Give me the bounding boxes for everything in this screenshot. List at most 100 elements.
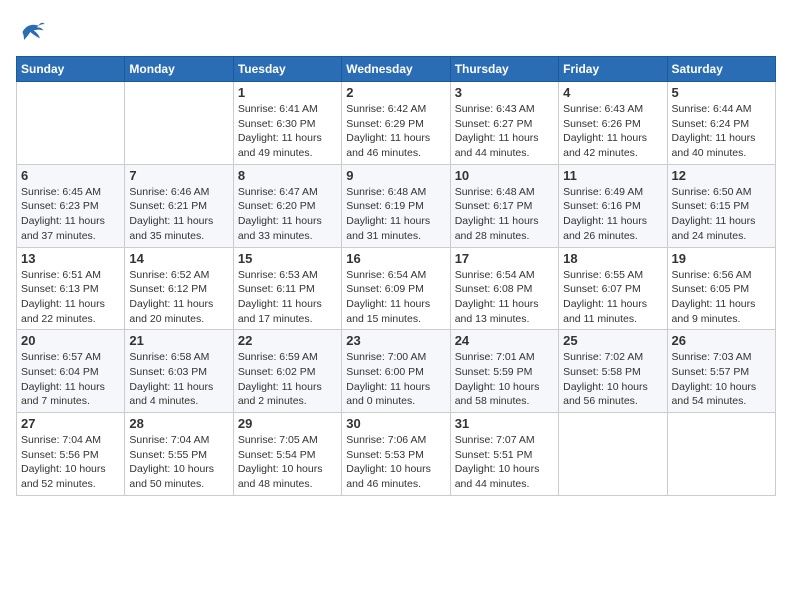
- day-info: Sunrise: 6:50 AM Sunset: 6:15 PM Dayligh…: [672, 185, 771, 244]
- day-info: Sunrise: 6:57 AM Sunset: 6:04 PM Dayligh…: [21, 350, 120, 409]
- calendar-cell: [559, 413, 667, 496]
- calendar-cell: 25 Sunrise: 7:02 AM Sunset: 5:58 PM Dayli…: [559, 330, 667, 413]
- day-info: Sunrise: 7:00 AM Sunset: 6:00 PM Dayligh…: [346, 350, 445, 409]
- day-number: 9: [346, 168, 445, 183]
- logo: [16, 16, 52, 48]
- day-number: 25: [563, 333, 662, 348]
- calendar-week-1: 1 Sunrise: 6:41 AM Sunset: 6:30 PM Daylig…: [17, 82, 776, 165]
- calendar-cell: 30 Sunrise: 7:06 AM Sunset: 5:53 PM Dayli…: [342, 413, 450, 496]
- day-number: 22: [238, 333, 337, 348]
- day-info: Sunrise: 7:03 AM Sunset: 5:57 PM Dayligh…: [672, 350, 771, 409]
- calendar-cell: [17, 82, 125, 165]
- calendar-cell: 20 Sunrise: 6:57 AM Sunset: 6:04 PM Dayli…: [17, 330, 125, 413]
- day-header-thursday: Thursday: [450, 57, 558, 82]
- day-number: 2: [346, 85, 445, 100]
- day-number: 15: [238, 251, 337, 266]
- day-info: Sunrise: 6:58 AM Sunset: 6:03 PM Dayligh…: [129, 350, 228, 409]
- day-info: Sunrise: 6:43 AM Sunset: 6:26 PM Dayligh…: [563, 102, 662, 161]
- calendar-week-2: 6 Sunrise: 6:45 AM Sunset: 6:23 PM Daylig…: [17, 164, 776, 247]
- day-header-friday: Friday: [559, 57, 667, 82]
- day-number: 28: [129, 416, 228, 431]
- calendar-cell: 9 Sunrise: 6:48 AM Sunset: 6:19 PM Daylig…: [342, 164, 450, 247]
- day-info: Sunrise: 7:07 AM Sunset: 5:51 PM Dayligh…: [455, 433, 554, 492]
- logo-icon: [16, 16, 48, 48]
- day-number: 1: [238, 85, 337, 100]
- calendar-cell: 2Sunrise: 6:42 AM Sunset: 6:29 PM Daylig…: [342, 82, 450, 165]
- calendar-cell: 17 Sunrise: 6:54 AM Sunset: 6:08 PM Dayli…: [450, 247, 558, 330]
- day-number: 16: [346, 251, 445, 266]
- day-info: Sunrise: 6:54 AM Sunset: 6:09 PM Dayligh…: [346, 268, 445, 327]
- calendar-week-5: 27 Sunrise: 7:04 AM Sunset: 5:56 PM Dayli…: [17, 413, 776, 496]
- day-info: Sunrise: 6:54 AM Sunset: 6:08 PM Dayligh…: [455, 268, 554, 327]
- calendar-cell: 3 Sunrise: 6:43 AM Sunset: 6:27 PM Daylig…: [450, 82, 558, 165]
- day-number: 26: [672, 333, 771, 348]
- calendar-cell: 7 Sunrise: 6:46 AM Sunset: 6:21 PM Daylig…: [125, 164, 233, 247]
- day-info: Sunrise: 6:59 AM Sunset: 6:02 PM Dayligh…: [238, 350, 337, 409]
- page-header: [16, 16, 776, 48]
- day-number: 10: [455, 168, 554, 183]
- day-number: 11: [563, 168, 662, 183]
- day-number: 21: [129, 333, 228, 348]
- calendar-cell: 16 Sunrise: 6:54 AM Sunset: 6:09 PM Dayli…: [342, 247, 450, 330]
- calendar-cell: 24 Sunrise: 7:01 AM Sunset: 5:59 PM Dayli…: [450, 330, 558, 413]
- day-info: Sunrise: 7:04 AM Sunset: 5:56 PM Dayligh…: [21, 433, 120, 492]
- day-header-tuesday: Tuesday: [233, 57, 341, 82]
- day-header-wednesday: Wednesday: [342, 57, 450, 82]
- day-number: 17: [455, 251, 554, 266]
- day-number: 30: [346, 416, 445, 431]
- calendar-week-4: 20 Sunrise: 6:57 AM Sunset: 6:04 PM Dayli…: [17, 330, 776, 413]
- day-number: 7: [129, 168, 228, 183]
- day-info: Sunrise: 6:44 AM Sunset: 6:24 PM Dayligh…: [672, 102, 771, 161]
- calendar-cell: 31 Sunrise: 7:07 AM Sunset: 5:51 PM Dayli…: [450, 413, 558, 496]
- day-info: Sunrise: 6:49 AM Sunset: 6:16 PM Dayligh…: [563, 185, 662, 244]
- day-info: Sunrise: 7:06 AM Sunset: 5:53 PM Dayligh…: [346, 433, 445, 492]
- calendar-cell: 15 Sunrise: 6:53 AM Sunset: 6:11 PM Dayli…: [233, 247, 341, 330]
- calendar-cell: 19 Sunrise: 6:56 AM Sunset: 6:05 PM Dayli…: [667, 247, 775, 330]
- calendar-table: SundayMondayTuesdayWednesdayThursdayFrid…: [16, 56, 776, 496]
- calendar-cell: [125, 82, 233, 165]
- day-info: Sunrise: 7:04 AM Sunset: 5:55 PM Dayligh…: [129, 433, 228, 492]
- calendar-cell: 11 Sunrise: 6:49 AM Sunset: 6:16 PM Dayli…: [559, 164, 667, 247]
- day-info: Sunrise: 7:01 AM Sunset: 5:59 PM Dayligh…: [455, 350, 554, 409]
- day-info: Sunrise: 6:48 AM Sunset: 6:19 PM Dayligh…: [346, 185, 445, 244]
- calendar-cell: 12 Sunrise: 6:50 AM Sunset: 6:15 PM Dayli…: [667, 164, 775, 247]
- day-number: 24: [455, 333, 554, 348]
- day-info: Sunrise: 6:46 AM Sunset: 6:21 PM Dayligh…: [129, 185, 228, 244]
- calendar-header-row: SundayMondayTuesdayWednesdayThursdayFrid…: [17, 57, 776, 82]
- day-number: 31: [455, 416, 554, 431]
- calendar-cell: 6 Sunrise: 6:45 AM Sunset: 6:23 PM Daylig…: [17, 164, 125, 247]
- calendar-cell: 4 Sunrise: 6:43 AM Sunset: 6:26 PM Daylig…: [559, 82, 667, 165]
- calendar-cell: 1 Sunrise: 6:41 AM Sunset: 6:30 PM Daylig…: [233, 82, 341, 165]
- day-number: 20: [21, 333, 120, 348]
- day-number: 13: [21, 251, 120, 266]
- day-number: 4: [563, 85, 662, 100]
- day-number: 18: [563, 251, 662, 266]
- day-info: Sunrise: 6:43 AM Sunset: 6:27 PM Dayligh…: [455, 102, 554, 161]
- calendar-cell: [667, 413, 775, 496]
- day-header-monday: Monday: [125, 57, 233, 82]
- day-number: 3: [455, 85, 554, 100]
- day-number: 19: [672, 251, 771, 266]
- day-info: Sunrise: 6:45 AM Sunset: 6:23 PM Dayligh…: [21, 185, 120, 244]
- day-info: Sunrise: 6:51 AM Sunset: 6:13 PM Dayligh…: [21, 268, 120, 327]
- day-info: Sunrise: 7:05 AM Sunset: 5:54 PM Dayligh…: [238, 433, 337, 492]
- day-info: Sunrise: 7:02 AM Sunset: 5:58 PM Dayligh…: [563, 350, 662, 409]
- day-number: 5: [672, 85, 771, 100]
- day-info: Sunrise: 6:41 AM Sunset: 6:30 PM Dayligh…: [238, 102, 337, 161]
- day-number: 8: [238, 168, 337, 183]
- day-info: Sunrise: 6:55 AM Sunset: 6:07 PM Dayligh…: [563, 268, 662, 327]
- calendar-cell: 29Sunrise: 7:05 AM Sunset: 5:54 PM Dayli…: [233, 413, 341, 496]
- calendar-week-3: 13 Sunrise: 6:51 AM Sunset: 6:13 PM Dayli…: [17, 247, 776, 330]
- calendar-cell: 26 Sunrise: 7:03 AM Sunset: 5:57 PM Dayli…: [667, 330, 775, 413]
- day-number: 6: [21, 168, 120, 183]
- calendar-cell: 27 Sunrise: 7:04 AM Sunset: 5:56 PM Dayli…: [17, 413, 125, 496]
- day-info: Sunrise: 6:53 AM Sunset: 6:11 PM Dayligh…: [238, 268, 337, 327]
- day-info: Sunrise: 6:47 AM Sunset: 6:20 PM Dayligh…: [238, 185, 337, 244]
- day-number: 27: [21, 416, 120, 431]
- day-header-saturday: Saturday: [667, 57, 775, 82]
- calendar-cell: 10Sunrise: 6:48 AM Sunset: 6:17 PM Dayli…: [450, 164, 558, 247]
- calendar-cell: 21 Sunrise: 6:58 AM Sunset: 6:03 PM Dayli…: [125, 330, 233, 413]
- day-info: Sunrise: 6:52 AM Sunset: 6:12 PM Dayligh…: [129, 268, 228, 327]
- day-info: Sunrise: 6:56 AM Sunset: 6:05 PM Dayligh…: [672, 268, 771, 327]
- day-number: 12: [672, 168, 771, 183]
